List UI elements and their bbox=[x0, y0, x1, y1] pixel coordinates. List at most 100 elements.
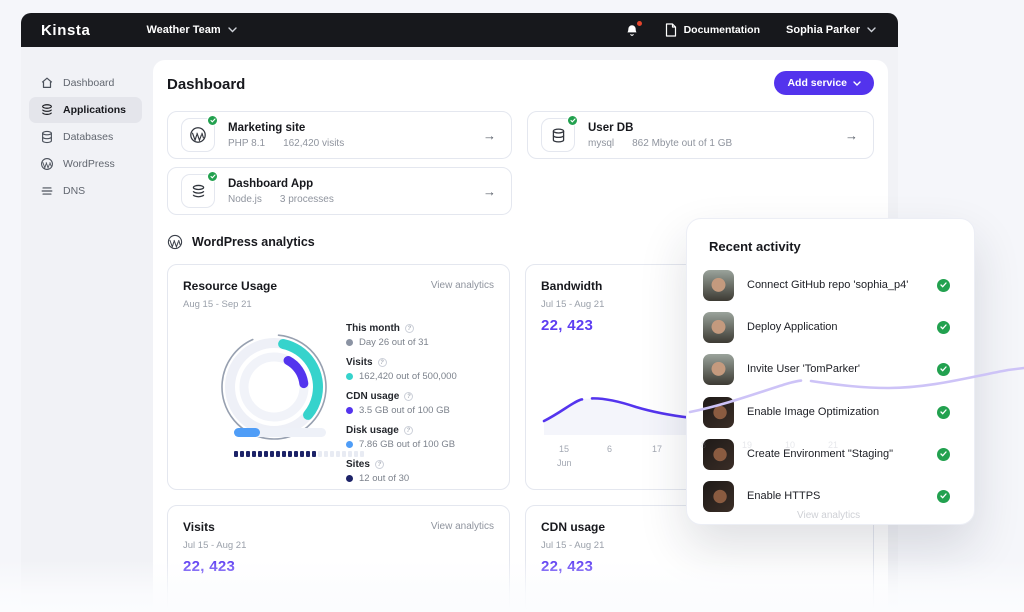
activity-row[interactable]: Invite User 'TomParker' bbox=[687, 348, 974, 390]
wordpress-icon bbox=[40, 157, 54, 171]
avatar bbox=[703, 354, 734, 385]
sites-dot bbox=[300, 451, 304, 457]
legend-label: Visits bbox=[346, 357, 373, 368]
legend-value: 7.86 GB out of 100 GB bbox=[359, 439, 455, 450]
activity-label: Create Environment "Staging" bbox=[747, 448, 893, 460]
info-icon[interactable]: ? bbox=[404, 426, 413, 435]
sites-dot-bar bbox=[234, 451, 364, 457]
activity-label: Deploy Application bbox=[747, 321, 838, 333]
home-icon bbox=[40, 76, 54, 90]
wordpress-icon bbox=[167, 234, 183, 250]
service-name: User DB bbox=[588, 122, 732, 134]
legend-item: Disk usage? 7.86 GB out of 100 GB bbox=[346, 425, 457, 450]
activity-row[interactable]: Connect GitHub repo 'sophia_p4' bbox=[687, 264, 974, 306]
sites-dot bbox=[270, 451, 274, 457]
activity-row[interactable]: Enable Image Optimization bbox=[687, 391, 974, 433]
page-title: Dashboard bbox=[167, 76, 245, 93]
sidebar-item-applications[interactable]: Applications bbox=[29, 97, 142, 123]
add-service-button[interactable]: Add service bbox=[774, 71, 874, 95]
date-range: Jul 15 - Aug 21 bbox=[541, 299, 604, 310]
topbar-right: Documentation Sophia Parker bbox=[625, 23, 876, 38]
activity-row[interactable]: Enable HTTPS bbox=[687, 475, 974, 517]
sites-dot bbox=[288, 451, 292, 457]
database-icon bbox=[541, 118, 575, 152]
sidebar-item-wordpress[interactable]: WordPress bbox=[29, 151, 142, 177]
sites-dot bbox=[324, 451, 328, 457]
view-analytics-link[interactable]: View analytics bbox=[431, 521, 494, 532]
team-name: Weather Team bbox=[146, 24, 220, 36]
sidebar-item-dns[interactable]: DNS bbox=[29, 178, 142, 204]
activity-row[interactable]: Deploy Application bbox=[687, 306, 974, 348]
success-check-icon bbox=[937, 363, 950, 376]
status-ok-badge bbox=[207, 171, 218, 182]
notification-dot bbox=[637, 21, 642, 26]
documentation-link[interactable]: Documentation bbox=[665, 23, 760, 37]
view-analytics-link[interactable]: View analytics bbox=[431, 280, 494, 291]
service-card-dashboard-app[interactable]: Dashboard App Node.js3 processes → bbox=[167, 167, 512, 215]
info-icon[interactable]: ? bbox=[404, 392, 413, 401]
resource-usage-card: Resource Usage View analytics Aug 15 - S… bbox=[167, 264, 510, 490]
sites-dot bbox=[336, 451, 340, 457]
chevron-down-icon bbox=[853, 81, 861, 86]
database-icon bbox=[40, 130, 54, 144]
service-card-marketing-site[interactable]: Marketing site PHP 8.1162,420 visits → bbox=[167, 111, 512, 159]
x-tick: 15 bbox=[559, 444, 569, 454]
success-check-icon bbox=[937, 448, 950, 461]
sidebar-item-dashboard[interactable]: Dashboard bbox=[29, 70, 142, 96]
x-tick: 6 bbox=[607, 444, 612, 454]
arrow-right-icon[interactable]: → bbox=[483, 128, 496, 143]
info-icon[interactable]: ? bbox=[378, 358, 387, 367]
document-icon bbox=[665, 23, 677, 37]
sidebar-item-databases[interactable]: Databases bbox=[29, 124, 142, 150]
chevron-down-icon bbox=[867, 27, 876, 33]
sites-dot bbox=[252, 451, 256, 457]
recent-activity-panel: Recent activity Connect GitHub repo 'sop… bbox=[686, 218, 975, 525]
sites-dot bbox=[276, 451, 280, 457]
activity-label: Connect GitHub repo 'sophia_p4' bbox=[747, 279, 908, 291]
legend-value: 162,420 out of 500,000 bbox=[359, 371, 457, 382]
notifications-bell-icon[interactable] bbox=[625, 23, 639, 38]
page: Kinsta Weather Team Documentation Sophia… bbox=[0, 0, 1024, 612]
legend-dot bbox=[346, 373, 353, 380]
legend-label: This month bbox=[346, 323, 400, 334]
stack-icon bbox=[181, 174, 215, 208]
legend-value: 12 out of 30 bbox=[359, 473, 409, 484]
sites-dot bbox=[306, 451, 310, 457]
recent-activity-title: Recent activity bbox=[709, 239, 801, 254]
dns-icon bbox=[40, 184, 54, 198]
wordpress-analytics-section-header: WordPress analytics bbox=[167, 234, 315, 250]
legend-value: Day 26 out of 31 bbox=[359, 337, 429, 348]
arrow-right-icon[interactable]: → bbox=[483, 184, 496, 199]
stack-icon bbox=[40, 103, 54, 117]
bandwidth-value: 22, 423 bbox=[541, 317, 593, 334]
sites-dot bbox=[264, 451, 268, 457]
x-tick: 17 bbox=[652, 444, 662, 454]
status-ok-badge bbox=[567, 115, 578, 126]
disk-usage-bar-fill bbox=[234, 428, 260, 437]
sidebar-label: WordPress bbox=[63, 158, 115, 170]
status-ok-badge bbox=[207, 115, 218, 126]
activity-row[interactable]: Create Environment "Staging" bbox=[687, 433, 974, 475]
service-stat: 862 Mbyte out of 1 GB bbox=[632, 138, 732, 149]
sites-dot bbox=[234, 451, 238, 457]
user-menu[interactable]: Sophia Parker bbox=[786, 24, 876, 36]
sidebar-label: Databases bbox=[63, 131, 113, 143]
sites-dot bbox=[258, 451, 262, 457]
sites-dot bbox=[294, 451, 298, 457]
card-title: Resource Usage bbox=[183, 279, 277, 293]
success-check-icon bbox=[937, 406, 950, 419]
legend-dot bbox=[346, 441, 353, 448]
service-name: Marketing site bbox=[228, 122, 344, 134]
service-card-user-db[interactable]: User DB mysql862 Mbyte out of 1 GB → bbox=[527, 111, 874, 159]
team-selector[interactable]: Weather Team bbox=[146, 24, 236, 36]
sites-dot bbox=[246, 451, 250, 457]
sites-dot bbox=[282, 451, 286, 457]
visits-card: Visits View analytics Jul 15 - Aug 21 22… bbox=[167, 505, 510, 612]
card-title: Visits bbox=[183, 520, 215, 534]
legend-item: Visits? 162,420 out of 500,000 bbox=[346, 357, 457, 382]
arrow-right-icon[interactable]: → bbox=[845, 128, 858, 143]
topbar: Kinsta Weather Team Documentation Sophia… bbox=[21, 13, 898, 47]
kinsta-logo[interactable]: Kinsta bbox=[41, 22, 90, 39]
info-icon[interactable]: ? bbox=[375, 460, 384, 469]
info-icon[interactable]: ? bbox=[405, 324, 414, 333]
